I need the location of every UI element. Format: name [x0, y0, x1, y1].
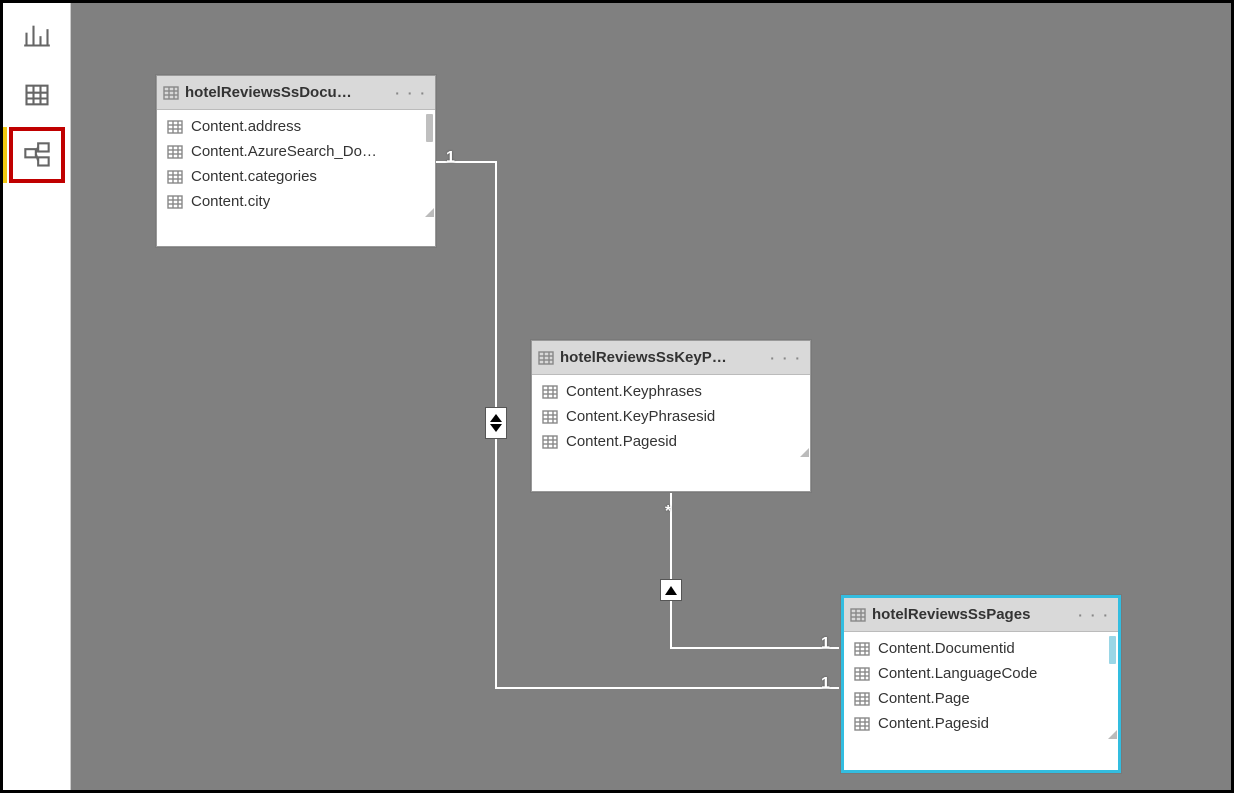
field-icon	[854, 666, 870, 682]
field-row[interactable]: Content.city	[157, 189, 435, 214]
table-header[interactable]: hotelReviewsSsPages · · ·	[844, 598, 1118, 632]
table-fields-list[interactable]: Content.Documentid Content.LanguageCode …	[844, 632, 1118, 740]
cardinality-label-one: 1	[821, 675, 830, 693]
field-row[interactable]: Content.address	[157, 114, 435, 139]
table-title: hotelReviewsSsKeyP…	[560, 349, 762, 366]
field-row[interactable]: Content.AzureSearch_Do…	[157, 139, 435, 164]
resize-handle[interactable]	[1107, 729, 1117, 739]
table-card-keyp[interactable]: hotelReviewsSsKeyP… · · · Content.Keyphr…	[531, 340, 811, 492]
field-row[interactable]: Content.LanguageCode	[844, 661, 1118, 686]
field-icon	[167, 144, 183, 160]
table-icon	[538, 350, 554, 366]
field-label: Content.KeyPhrasesid	[566, 408, 715, 425]
relationship-line[interactable]	[436, 161, 496, 163]
data-view-button[interactable]	[9, 67, 65, 123]
relationship-direction-indicator[interactable]	[485, 407, 507, 439]
table-icon	[850, 607, 866, 623]
resize-handle[interactable]	[799, 447, 809, 457]
field-label: Content.LanguageCode	[878, 665, 1037, 682]
model-canvas[interactable]: hotelReviewsSsDocu… · · · Content.addres…	[71, 3, 1231, 790]
table-header[interactable]: hotelReviewsSsKeyP… · · ·	[532, 341, 810, 375]
field-label: Content.AzureSearch_Do…	[191, 143, 377, 160]
more-options-button[interactable]: · · ·	[393, 85, 429, 101]
field-icon	[854, 691, 870, 707]
table-header[interactable]: hotelReviewsSsDocu… · · ·	[157, 76, 435, 110]
field-icon	[542, 409, 558, 425]
model-icon	[23, 141, 51, 169]
report-view-button[interactable]	[9, 7, 65, 63]
more-options-button[interactable]: · · ·	[768, 350, 804, 366]
relationship-line[interactable]	[670, 647, 839, 649]
bar-chart-icon	[23, 21, 51, 49]
field-label: Content.categories	[191, 168, 317, 185]
field-label: Content.Keyphrases	[566, 383, 702, 400]
table-title: hotelReviewsSsPages	[872, 606, 1070, 623]
table-card-docu[interactable]: hotelReviewsSsDocu… · · · Content.addres…	[156, 75, 436, 247]
field-icon	[167, 194, 183, 210]
field-label: Content.Pagesid	[566, 433, 677, 450]
view-switcher-sidebar	[3, 3, 71, 790]
field-row[interactable]: Content.categories	[157, 164, 435, 189]
field-row[interactable]: Content.Pagesid	[532, 429, 810, 454]
field-row[interactable]: Content.Keyphrases	[532, 379, 810, 404]
scrollbar-thumb[interactable]	[426, 114, 433, 142]
field-row[interactable]: Content.Pagesid	[844, 711, 1118, 736]
field-label: Content.Documentid	[878, 640, 1015, 657]
field-icon	[167, 119, 183, 135]
more-options-button[interactable]: · · ·	[1076, 607, 1112, 623]
table-fields-list[interactable]: Content.Keyphrases Content.KeyPhrasesid …	[532, 375, 810, 458]
cardinality-label-many: *	[665, 503, 671, 521]
field-label: Content.Pagesid	[878, 715, 989, 732]
field-icon	[542, 434, 558, 450]
field-label: Content.address	[191, 118, 301, 135]
selected-view-indicator	[3, 127, 7, 183]
table-icon	[23, 81, 51, 109]
cardinality-label-one: 1	[821, 635, 830, 653]
scrollbar-thumb[interactable]	[1109, 636, 1116, 664]
field-icon	[854, 716, 870, 732]
field-label: Content.city	[191, 193, 270, 210]
field-icon	[854, 641, 870, 657]
field-label: Content.Page	[878, 690, 970, 707]
table-card-pages[interactable]: hotelReviewsSsPages · · · Content.Docume…	[841, 595, 1121, 773]
field-icon	[542, 384, 558, 400]
model-view-button[interactable]	[9, 127, 65, 183]
relationship-line[interactable]	[495, 687, 839, 689]
field-row[interactable]: Content.Documentid	[844, 636, 1118, 661]
cardinality-label-one: 1	[446, 149, 455, 167]
table-fields-list[interactable]: Content.address Content.AzureSearch_Do… …	[157, 110, 435, 218]
relationship-direction-indicator[interactable]	[660, 579, 682, 601]
field-row[interactable]: Content.KeyPhrasesid	[532, 404, 810, 429]
table-title: hotelReviewsSsDocu…	[185, 84, 387, 101]
resize-handle[interactable]	[424, 207, 434, 217]
field-row[interactable]: Content.Page	[844, 686, 1118, 711]
field-icon	[167, 169, 183, 185]
table-icon	[163, 85, 179, 101]
